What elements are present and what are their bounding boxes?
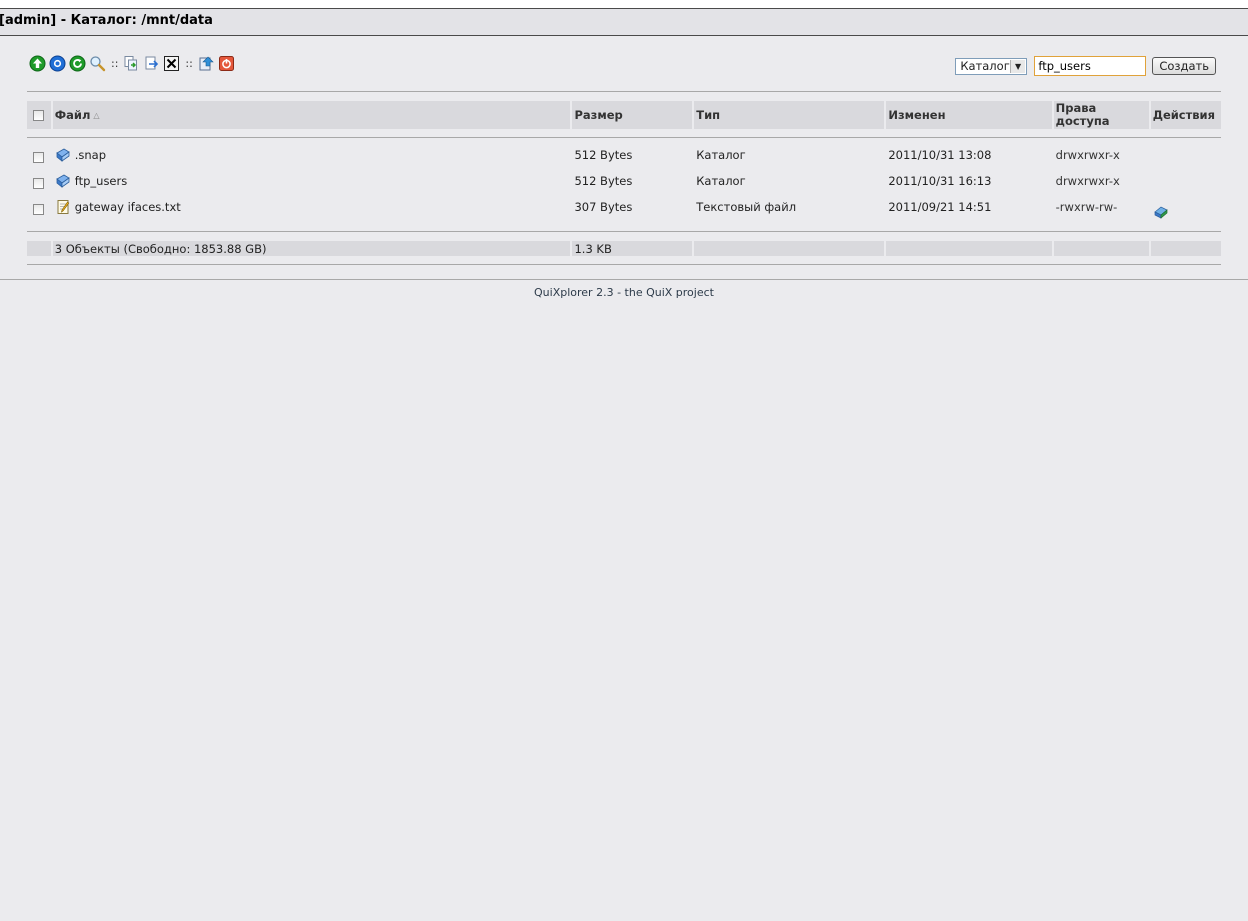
table-row: ftp_users 512 Bytes Каталог 2011/10/31 1… (27, 168, 1221, 194)
create-type-value: Каталог (960, 59, 1010, 73)
footer-divider (0, 279, 1248, 280)
delete-icon[interactable] (163, 55, 180, 72)
permissions-link[interactable]: -rwxrw-rw- (1056, 200, 1118, 214)
search-icon[interactable] (89, 55, 106, 72)
create-form: Каталог ▼ Создать (955, 56, 1216, 76)
create-name-input[interactable] (1034, 56, 1147, 76)
text-file-icon (55, 199, 71, 215)
table-row: .snap 512 Bytes Каталог 2011/10/31 13:08… (27, 142, 1221, 168)
select-all-checkbox[interactable] (33, 109, 45, 121)
divider-top (27, 91, 1221, 92)
divider-bottom (27, 264, 1221, 265)
summary-row: 3 Объекты (Свободно: 1853.88 GB) 1.3 KB (27, 241, 1222, 256)
copy-icon[interactable] (123, 55, 140, 72)
table-header: Файл △ Размер Тип Изменен Права доступа … (27, 101, 1221, 129)
logout-icon[interactable] (218, 55, 235, 72)
summary-empty-actions (1150, 241, 1222, 256)
divider-rows (27, 231, 1221, 232)
column-permissions-label: Права доступа (1055, 101, 1110, 128)
upload-icon[interactable] (198, 55, 215, 72)
file-type: Текстовый файл (696, 200, 797, 214)
chevron-down-icon[interactable]: ▼ (1009, 59, 1026, 73)
reload-icon[interactable] (69, 55, 86, 72)
toolbar: :: :: (29, 53, 238, 73)
toolbar-separator-2: :: (185, 56, 193, 70)
column-modified[interactable]: Изменен (886, 101, 1052, 129)
row-select (27, 199, 51, 215)
column-name[interactable]: Файл △ (52, 101, 571, 129)
summary-objects: 3 Объекты (Свободно: 1853.88 GB) (52, 241, 571, 256)
file-type: Каталог (696, 174, 746, 188)
up-icon[interactable] (29, 55, 46, 72)
create-button[interactable]: Создать (1152, 57, 1216, 75)
file-name-cell: .snap (53, 147, 571, 163)
folder-icon (55, 147, 71, 163)
row-checkbox[interactable] (33, 178, 45, 189)
title-bar: [admin] - Каталог: /mnt/data (0, 8, 1248, 36)
file-modified: 2011/09/21 14:51 (888, 200, 992, 214)
file-type: Каталог (696, 148, 746, 162)
column-type[interactable]: Тип (694, 101, 885, 129)
summary-empty-modified (886, 241, 1052, 256)
toolbar-separator: :: (111, 56, 119, 70)
file-size: 307 Bytes (574, 200, 633, 214)
create-type-select[interactable]: Каталог ▼ (955, 57, 1028, 75)
column-actions: Действия (1150, 101, 1221, 129)
file-modified: 2011/10/31 13:08 (888, 148, 992, 162)
file-permissions[interactable]: drwxrwxr-x (1054, 174, 1149, 188)
file-modified: 2011/10/31 16:13 (888, 174, 992, 188)
move-icon[interactable] (143, 55, 160, 72)
footer-credit: QuiXplorer 2.3 - the QuiX project (534, 286, 714, 299)
divider-header (27, 137, 1221, 138)
file-permissions[interactable]: drwxrwxr-x (1054, 148, 1149, 162)
edit-icon[interactable] (1153, 203, 1169, 219)
summary-total-size: 1.3 KB (572, 241, 693, 256)
summary-empty-type (694, 241, 885, 256)
file-link[interactable]: .snap (75, 148, 106, 162)
column-permissions[interactable]: Права доступа (1053, 101, 1149, 129)
file-size: 512 Bytes (574, 148, 633, 162)
sort-ascending-icon: △ (93, 110, 100, 120)
permissions-link[interactable]: drwxrwxr-x (1056, 148, 1120, 162)
row-checkbox[interactable] (33, 204, 45, 215)
header-select-all (27, 101, 51, 129)
row-checkbox[interactable] (33, 152, 45, 163)
column-size[interactable]: Размер (572, 101, 693, 129)
permissions-link[interactable]: drwxrwxr-x (1056, 174, 1120, 188)
summary-empty-perms (1053, 241, 1149, 256)
file-actions (1151, 196, 1221, 219)
table-row: gateway ifaces.txt 307 Bytes Текстовый ф… (27, 194, 1221, 220)
file-name-cell: ftp_users (53, 173, 571, 189)
file-link[interactable]: ftp_users (75, 174, 127, 188)
home-icon[interactable] (49, 55, 66, 72)
row-select (27, 147, 51, 163)
file-size: 512 Bytes (574, 174, 633, 188)
column-name-label: Файл (54, 108, 91, 122)
file-link[interactable]: gateway ifaces.txt (75, 200, 181, 214)
file-permissions[interactable]: -rwxrw-rw- (1054, 200, 1149, 214)
summary-spacer (27, 241, 51, 256)
page-title: [admin] - Каталог: /mnt/data (0, 13, 213, 28)
folder-icon (55, 173, 71, 189)
row-select (27, 173, 51, 189)
top-gap (0, 0, 1248, 8)
file-name-cell: gateway ifaces.txt (53, 199, 571, 215)
